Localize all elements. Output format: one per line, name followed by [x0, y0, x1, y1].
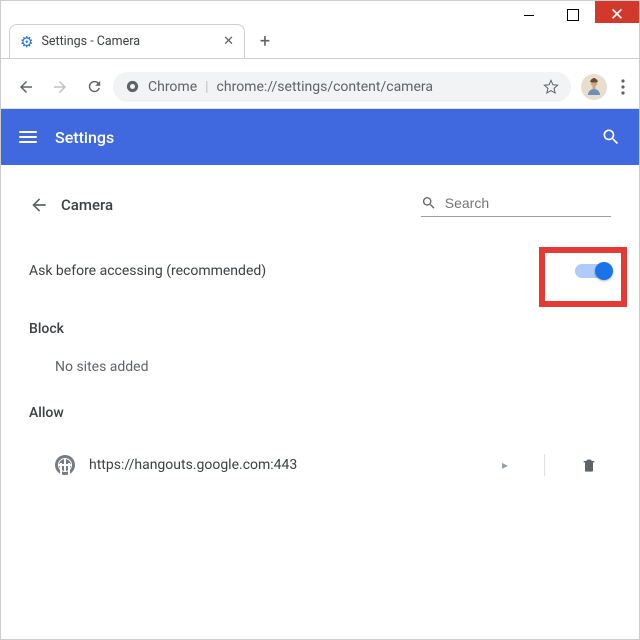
- browser-toolbar: Chrome | chrome://settings/content/camer…: [1, 65, 639, 109]
- browser-tab-active[interactable]: ⚙ Settings - Camera ✕: [9, 24, 245, 58]
- arrow-left-icon: [17, 78, 35, 96]
- globe-icon: [55, 455, 75, 475]
- settings-header: Settings: [1, 109, 639, 165]
- chevron-right-icon[interactable]: ▸: [502, 458, 508, 472]
- site-url: https://hangouts.google.com:443: [89, 457, 488, 473]
- settings-title: Settings: [55, 128, 583, 147]
- separator: |: [205, 79, 208, 95]
- content-search[interactable]: [421, 194, 611, 217]
- search-icon: [601, 127, 621, 147]
- browser-tabstrip: ⚙ Settings - Camera ✕ +: [1, 23, 639, 59]
- avatar-icon: [582, 75, 606, 99]
- content-search-input[interactable]: [445, 195, 611, 211]
- bookmark-star-icon[interactable]: [543, 79, 559, 95]
- scheme-label: Chrome: [148, 79, 197, 95]
- profile-avatar[interactable]: [581, 74, 607, 100]
- kebab-icon: [621, 79, 625, 95]
- forward-button: [45, 72, 75, 102]
- allow-site-row[interactable]: https://hangouts.google.com:443 ▸: [29, 443, 611, 487]
- delete-site-button[interactable]: [581, 456, 597, 474]
- new-tab-button[interactable]: +: [251, 27, 279, 55]
- back-button[interactable]: [11, 72, 41, 102]
- browser-menu-button[interactable]: [617, 79, 629, 95]
- separator: [544, 454, 545, 476]
- allow-section-header: Allow: [29, 405, 611, 421]
- toggle-knob: [595, 262, 613, 280]
- ask-before-accessing-row: Ask before accessing (recommended): [29, 225, 611, 303]
- reload-icon: [86, 78, 103, 95]
- arrow-left-icon: [29, 195, 49, 215]
- block-empty-text: No sites added: [29, 359, 611, 375]
- arrow-right-icon: [51, 78, 69, 96]
- header-search-button[interactable]: [601, 127, 621, 147]
- chrome-icon: [125, 79, 140, 94]
- url-text: chrome://settings/content/camera: [217, 79, 535, 95]
- back-to-content-button[interactable]: [29, 195, 49, 215]
- close-icon[interactable]: ✕: [223, 34, 234, 49]
- tab-title: Settings - Camera: [41, 34, 215, 49]
- page-subheader: Camera: [29, 185, 611, 225]
- trash-icon: [581, 456, 597, 474]
- ask-before-accessing-toggle[interactable]: [575, 264, 611, 278]
- gear-icon: ⚙: [20, 33, 33, 51]
- settings-content: Camera Ask before accessing (recommended…: [1, 165, 639, 507]
- hamburger-menu-button[interactable]: [19, 131, 37, 143]
- block-section-header: Block: [29, 321, 611, 337]
- address-bar[interactable]: Chrome | chrome://settings/content/camer…: [113, 72, 571, 102]
- search-icon: [421, 194, 437, 212]
- setting-label: Ask before accessing (recommended): [29, 263, 266, 279]
- page-title: Camera: [61, 196, 113, 214]
- reload-button[interactable]: [79, 72, 109, 102]
